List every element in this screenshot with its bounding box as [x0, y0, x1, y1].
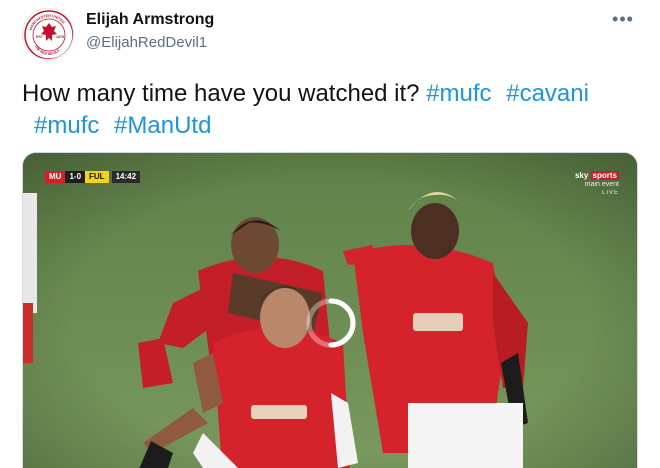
home-team: MU [45, 171, 66, 183]
live-indicator: LIVE [601, 190, 619, 196]
match-clock: 14:42 [111, 171, 141, 183]
tweet-text: How many time have you watched it? #mufc… [22, 78, 642, 142]
more-options-button[interactable]: ••• [608, 6, 638, 32]
brand-right: sports [590, 171, 619, 180]
hashtag-line: #mufc #ManUtd [22, 110, 642, 142]
club-crest-icon: EST 1878 MANCHESTER UNITED THE RED DEVIL… [24, 10, 73, 59]
hashtag-mufc[interactable]: #mufc [426, 80, 491, 107]
broadcaster-event: main event [584, 181, 619, 188]
avatar[interactable]: EST 1878 MANCHESTER UNITED THE RED DEVIL… [22, 8, 74, 60]
author-name[interactable]: Elijah Armstrong [86, 11, 214, 29]
away-team: FUL [85, 171, 109, 183]
svg-text:1878: 1878 [56, 35, 64, 39]
match-score: 1-0 [65, 171, 86, 183]
author-handle[interactable]: @ElijahRedDevil1 [86, 34, 207, 51]
tweet-body: How many time have you watched it? [22, 80, 420, 107]
more-horizontal-icon: ••• [612, 8, 634, 29]
video-player[interactable]: MU 1-0 FUL 14:42 sky sports main event L… [22, 152, 638, 468]
loading-spinner-icon [306, 298, 356, 348]
hashtag-manutd[interactable]: #ManUtd [114, 112, 211, 139]
svg-text:EST: EST [36, 35, 44, 39]
hashtag-cavani[interactable]: #cavani [506, 80, 589, 107]
scorebug: MU 1-0 FUL 14:42 [45, 171, 141, 183]
hashtag-mufc[interactable]: #mufc [34, 112, 99, 139]
broadcaster-brand: sky sports [575, 171, 619, 180]
broadcaster-logo: sky sports main event LIVE [575, 171, 619, 198]
tweet-card: EST 1878 MANCHESTER UNITED THE RED DEVIL… [0, 0, 660, 468]
brand-left: sky [574, 171, 589, 180]
